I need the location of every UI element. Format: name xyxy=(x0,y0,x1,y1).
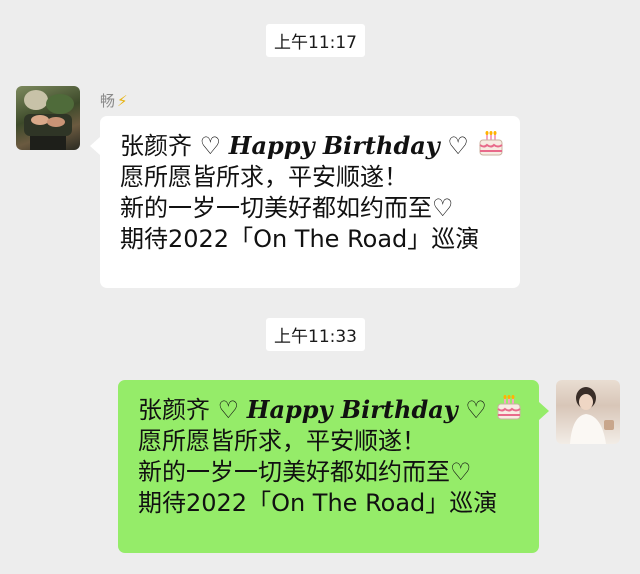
message-text: ♡ xyxy=(457,396,495,424)
message-text: 张颜齐 ♡ xyxy=(120,132,229,160)
message-line: 张颜齐 ♡ Happy Birthday ♡ xyxy=(120,130,503,162)
lightning-icon: ⚡ xyxy=(117,91,128,110)
message-line: 张颜齐 ♡ Happy Birthday ♡ xyxy=(138,394,521,426)
sender-name-text: 畅 xyxy=(100,92,116,110)
message-line: 愿所愿皆所求，平安顺遂！ xyxy=(120,163,408,191)
message-text: 张颜齐 ♡ xyxy=(138,396,247,424)
timestamp-label: 上午11:33 xyxy=(266,318,365,351)
message-emphasis-text: Happy Birthday xyxy=(228,131,440,160)
avatar-photo-icon xyxy=(24,90,74,150)
outgoing-bubble-tail xyxy=(539,402,549,420)
birthday-cake-icon xyxy=(496,395,521,420)
message-text: ♡ xyxy=(439,132,477,160)
outgoing-message-bubble[interactable]: 张颜齐 ♡ Happy Birthday ♡ 愿所愿皆所求，平安顺遂！ 新的一岁… xyxy=(118,380,539,553)
timestamp-label: 上午11:17 xyxy=(266,24,365,57)
message-emphasis-text: Happy Birthday xyxy=(246,395,458,424)
incoming-message-bubble[interactable]: 张颜齐 ♡ Happy Birthday ♡ 愿所愿皆所求，平安顺遂！ 新的一岁… xyxy=(100,116,520,288)
my-avatar[interactable] xyxy=(556,380,620,444)
message-line: 期待2022「On The Road」巡演 xyxy=(138,489,498,517)
message-line: 新的一岁一切美好都如约而至♡ xyxy=(120,194,454,222)
message-line: 新的一岁一切美好都如约而至♡ xyxy=(138,458,472,486)
birthday-cake-icon xyxy=(478,131,503,156)
message-line: 愿所愿皆所求，平安顺遂！ xyxy=(138,427,426,455)
sender-name: 畅 ⚡ xyxy=(100,90,128,111)
sender-avatar[interactable] xyxy=(16,86,80,150)
message-line: 期待2022「On The Road」巡演 xyxy=(120,225,480,253)
incoming-bubble-tail xyxy=(90,137,100,155)
avatar-photo-icon xyxy=(570,387,614,444)
